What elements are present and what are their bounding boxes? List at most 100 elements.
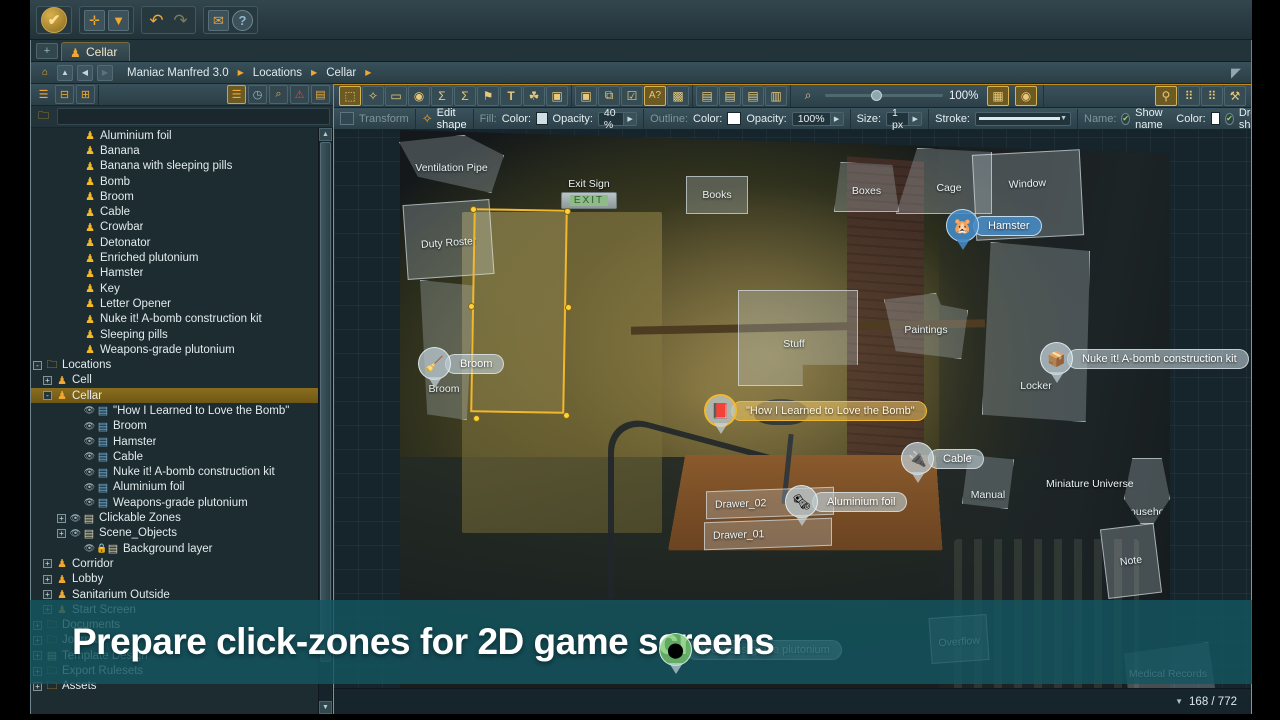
visibility-eye-icon[interactable]: 👁 — [83, 421, 96, 432]
tree-item[interactable]: ♟ Sleeping pills — [31, 327, 319, 342]
visibility-eye-icon[interactable]: 👁 — [83, 543, 96, 554]
zoom-slider[interactable] — [825, 90, 943, 101]
tree-item[interactable]: 👁 🔒 ▤ Background layer — [31, 541, 319, 556]
tree-item[interactable]: 👁 ▤ Aluminium foil — [31, 480, 319, 495]
tree-item[interactable]: 👁 ▤ Nuke it! A-bomb construction kit — [31, 465, 319, 480]
resize-handle-tl[interactable] — [470, 206, 477, 213]
tree-item[interactable]: - ♟ Cellar — [31, 388, 319, 404]
home-icon[interactable]: ⌂ — [37, 65, 53, 81]
search-icon[interactable]: ⌕ — [269, 85, 288, 104]
group-icon[interactable]: ⧉ — [598, 85, 620, 106]
resize-handle-bl[interactable] — [473, 415, 480, 422]
layer-icon[interactable]: ▤ — [696, 85, 718, 106]
zone-drawer-01[interactable]: Drawer_01 — [704, 517, 832, 551]
status-dropdown-icon[interactable]: ▼ — [1175, 697, 1183, 706]
tree-item[interactable]: 👁 ▤ Cable — [31, 449, 319, 464]
pin-broom[interactable]: 🧹 Broom — [418, 347, 505, 380]
path-tool[interactable]: Σ — [431, 85, 453, 106]
breadcrumb-item-project[interactable]: Maniac Manfred 3.0 ▶ — [127, 67, 244, 79]
list-collapse-icon[interactable]: ⊟ — [55, 85, 74, 104]
outline-opacity-input[interactable]: 100% ▶ — [791, 111, 844, 126]
tree-item[interactable]: ♟ Aluminium foil — [31, 128, 319, 143]
visibility-eye-icon[interactable]: 👁 — [83, 482, 96, 493]
collapse-icon[interactable]: - — [33, 360, 42, 370]
zone-locker[interactable]: Locker — [982, 242, 1090, 422]
edit-shape-button[interactable]: ✧ Edit shape — [416, 107, 474, 131]
undo-button[interactable]: ↶ — [146, 10, 167, 31]
preview-icon[interactable]: ▩ — [667, 85, 689, 106]
back-icon[interactable]: ◀ — [77, 64, 93, 81]
scroll-up-arrow[interactable]: ▲ — [319, 128, 332, 141]
tree-path-field[interactable] — [57, 108, 330, 125]
pin-nuke-kit[interactable]: 📦 Nuke it! A-bomb construction kit — [1040, 342, 1249, 375]
zoom-slider-knob[interactable] — [871, 90, 882, 101]
warning-icon[interactable]: ⚠ — [290, 85, 309, 104]
expand-icon[interactable]: + — [43, 375, 52, 385]
tree-item[interactable]: - 🗀 Locations — [31, 357, 319, 372]
filter-list-icon[interactable]: ☰ — [227, 85, 246, 104]
tree-item[interactable]: ♟ Detonator — [31, 235, 319, 250]
tree-item[interactable]: ♟ Broom — [31, 189, 319, 204]
scroll-down-arrow[interactable]: ▼ — [319, 701, 332, 714]
tree-item[interactable]: 👁 ▤ "How I Learned to Love the Bomb" — [31, 403, 319, 418]
tree-item[interactable]: ♟ Crowbar — [31, 220, 319, 235]
pin-bomb-book[interactable]: 📕 "How I Learned to Love the Bomb" — [704, 394, 927, 427]
layer-down-icon[interactable]: ▤ — [742, 85, 764, 106]
tree-item[interactable]: ♟ Nuke it! A-bomb construction kit — [31, 312, 319, 327]
text-tool[interactable]: T — [500, 85, 522, 106]
select-tool[interactable]: ⬚ — [339, 85, 361, 106]
show-name-checkbox[interactable]: ✔ — [1121, 112, 1131, 125]
tree-item[interactable]: 👁 ▤ Broom — [31, 419, 319, 434]
tree-item[interactable]: ♟ Banana — [31, 143, 319, 158]
redo-button[interactable]: ↷ — [170, 10, 191, 31]
save-button[interactable]: ▼ — [108, 9, 129, 31]
tree-item[interactable]: + ♟ Cell — [31, 373, 319, 388]
clock-icon[interactable]: ◷ — [248, 85, 267, 104]
tree-item[interactable]: + ♟ Lobby — [31, 572, 319, 587]
tree-item[interactable]: ♟ Banana with sleeping pills — [31, 159, 319, 174]
visibility-eye-icon[interactable]: 👁 — [69, 528, 82, 539]
fill-opacity-input[interactable]: 40 % ▶ — [597, 107, 638, 131]
grid-panel-icon[interactable]: ⠿ — [1201, 85, 1223, 106]
tree-item[interactable]: + 👁 ▤ Clickable Zones — [31, 510, 319, 525]
tree-item[interactable]: ♟ Key — [31, 281, 319, 296]
items-panel-icon[interactable]: ⚲ — [1155, 85, 1177, 106]
tree-item[interactable]: 👁 ▤ Weapons-grade plutonium — [31, 495, 319, 510]
breadcrumb-item-cellar[interactable]: Cellar ▶ — [326, 67, 371, 79]
pin-hamster[interactable]: 🐹 Hamster — [946, 209, 1042, 242]
zone-door-selected[interactable] — [470, 208, 568, 414]
tab-cellar[interactable]: ♟ Cellar — [61, 42, 131, 61]
fill-opacity-stepper[interactable]: ▶ — [623, 112, 637, 125]
rectangle-tool[interactable]: ▭ — [385, 85, 407, 106]
size-stepper[interactable]: ▶ — [908, 112, 922, 125]
zone-books[interactable]: Books — [686, 176, 748, 214]
polygon-tool[interactable]: ✧ — [362, 85, 384, 106]
properties-panel-icon[interactable]: ⠿ — [1178, 85, 1200, 106]
zone-label-miniature-universe[interactable]: Miniature Universe — [1046, 478, 1134, 490]
drop-shadow-checkbox[interactable]: ✔ — [1225, 112, 1234, 125]
visibility-eye-icon[interactable]: 👁 — [83, 467, 96, 478]
list-expand-icon[interactable]: ⊞ — [76, 85, 95, 104]
align-icon[interactable]: ▣ — [575, 85, 597, 106]
tree-item[interactable]: ♟ Bomb — [31, 174, 319, 189]
lock-icon[interactable]: 🔒 — [96, 543, 107, 554]
layer-up-icon[interactable]: ▤ — [719, 85, 741, 106]
folder-icon[interactable]: 🗀 — [34, 107, 53, 126]
show-hotspots-icon[interactable]: ◉ — [1015, 85, 1037, 106]
tree-item[interactable]: 👁 ▤ Hamster — [31, 434, 319, 449]
ellipse-tool[interactable]: ◉ — [408, 85, 430, 106]
zoom-icon[interactable]: ⌕ — [797, 86, 819, 106]
tree-item[interactable]: ♟ Weapons-grade plutonium — [31, 342, 319, 357]
list-indent-icon[interactable]: ☰ — [34, 85, 53, 104]
outline-opacity-stepper[interactable]: ▶ — [829, 112, 843, 125]
pin-aluminium-foil[interactable]: 🗞 Aluminium foil — [785, 485, 908, 518]
resize-handle-ml[interactable] — [468, 303, 475, 310]
up-icon[interactable]: ▲ — [57, 64, 73, 81]
visibility-eye-icon[interactable]: 👁 — [69, 513, 82, 524]
add-tab-button[interactable]: + — [36, 43, 58, 59]
stroke-style-select[interactable]: ▼ — [975, 111, 1071, 126]
resize-handle-br[interactable] — [563, 412, 570, 419]
mail-button[interactable]: ✉ — [208, 9, 229, 31]
name-color-swatch[interactable] — [1210, 112, 1221, 125]
visibility-eye-icon[interactable]: 👁 — [83, 497, 96, 508]
